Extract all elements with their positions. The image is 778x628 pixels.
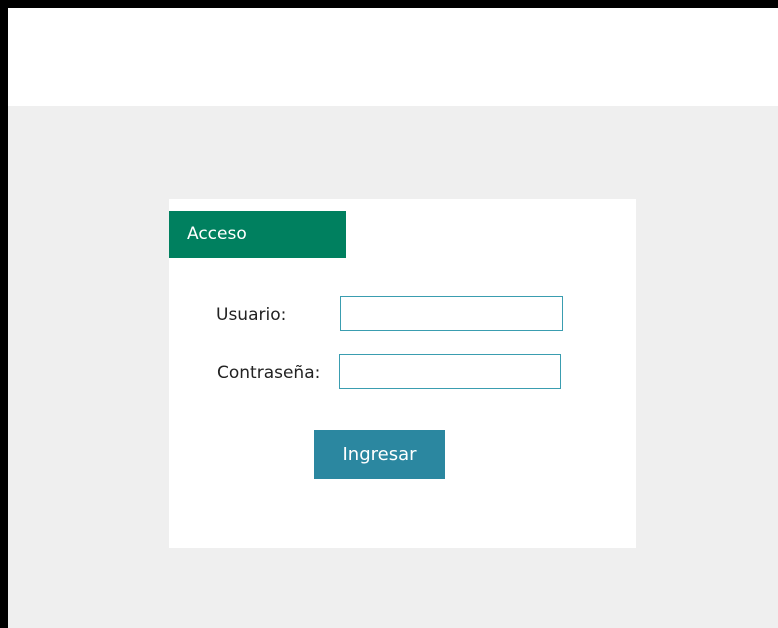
login-panel-title: Acceso <box>169 211 346 258</box>
login-panel: Acceso Usuario: Contraseña: Ingresar <box>169 199 636 548</box>
browser-viewport: Acceso Usuario: Contraseña: Ingresar <box>0 0 778 628</box>
main-content-area: Acceso Usuario: Contraseña: Ingresar <box>8 106 778 628</box>
password-input[interactable] <box>339 354 561 389</box>
password-label: Contraseña: <box>217 363 321 383</box>
username-input[interactable] <box>340 296 563 331</box>
login-submit-button[interactable]: Ingresar <box>314 430 445 479</box>
username-label: Usuario: <box>216 305 287 325</box>
top-banner-area <box>8 8 778 106</box>
